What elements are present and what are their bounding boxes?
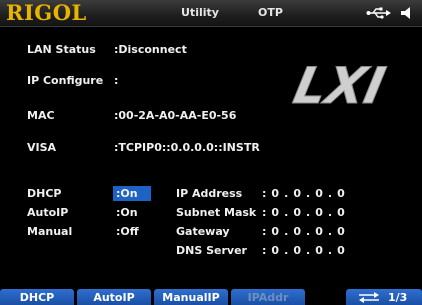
- dns-server-value: : 0 . 0 . 0 . 0: [262, 244, 346, 257]
- subnet-mask-value: : 0 . 0 . 0 . 0: [262, 206, 346, 219]
- autoip-softkey[interactable]: AutoIP: [77, 289, 151, 305]
- instrument-screen: RIGOL Utility OTP LAN Status :Disconnect…: [0, 0, 422, 305]
- mac-label: MAC: [27, 109, 55, 122]
- otp-indicator: OTP: [258, 6, 283, 19]
- page-indicator[interactable]: 1/3: [346, 289, 422, 305]
- ip-address-value: : 0 . 0 . 0 . 0: [262, 187, 346, 200]
- usb-icon: [366, 7, 391, 19]
- autoip-value[interactable]: :On: [116, 206, 138, 220]
- dhcp-label: DHCP: [27, 187, 62, 200]
- lxi-logo: LXI: [288, 56, 390, 110]
- gateway-value: : 0 . 0 . 0 . 0: [262, 225, 346, 238]
- manual-label: Manual: [27, 225, 73, 238]
- mode-title: Utility: [181, 6, 219, 19]
- manual-value[interactable]: :Off: [116, 225, 139, 239]
- dns-server-label: DNS Server: [176, 244, 247, 257]
- speaker-icon: [401, 7, 410, 19]
- ipaddr-softkey[interactable]: IPAddr: [231, 289, 305, 305]
- brand-logo: RIGOL: [6, 0, 87, 25]
- status-bar: RIGOL Utility OTP: [0, 0, 422, 27]
- autoip-label: AutoIP: [27, 206, 69, 219]
- manualip-softkey[interactable]: ManualIP: [154, 289, 228, 305]
- page-number: 1/3: [388, 291, 408, 304]
- visa-label: VISA: [27, 141, 57, 154]
- gateway-label: Gateway: [176, 225, 230, 238]
- dhcp-value[interactable]: :On: [116, 187, 138, 201]
- softkey-bar: DHCP AutoIP ManualIP IPAddr 1/3: [0, 289, 422, 305]
- mac-value: :00-2A-A0-AA-E0-56: [114, 109, 237, 122]
- page-arrow-icon: [359, 292, 379, 303]
- lan-status-value: :Disconnect: [114, 43, 187, 56]
- subnet-mask-label: Subnet Mask: [176, 206, 257, 219]
- ip-configure-value: :: [114, 74, 119, 87]
- dhcp-softkey[interactable]: DHCP: [0, 289, 74, 305]
- lxi-logo-text: LXI: [289, 57, 390, 110]
- ip-address-label: IP Address: [176, 187, 243, 200]
- lan-status-label: LAN Status: [27, 43, 96, 56]
- visa-value: :TCPIP0::0.0.0.0::INSTR: [114, 141, 260, 154]
- ip-configure-label: IP Configure: [27, 74, 104, 87]
